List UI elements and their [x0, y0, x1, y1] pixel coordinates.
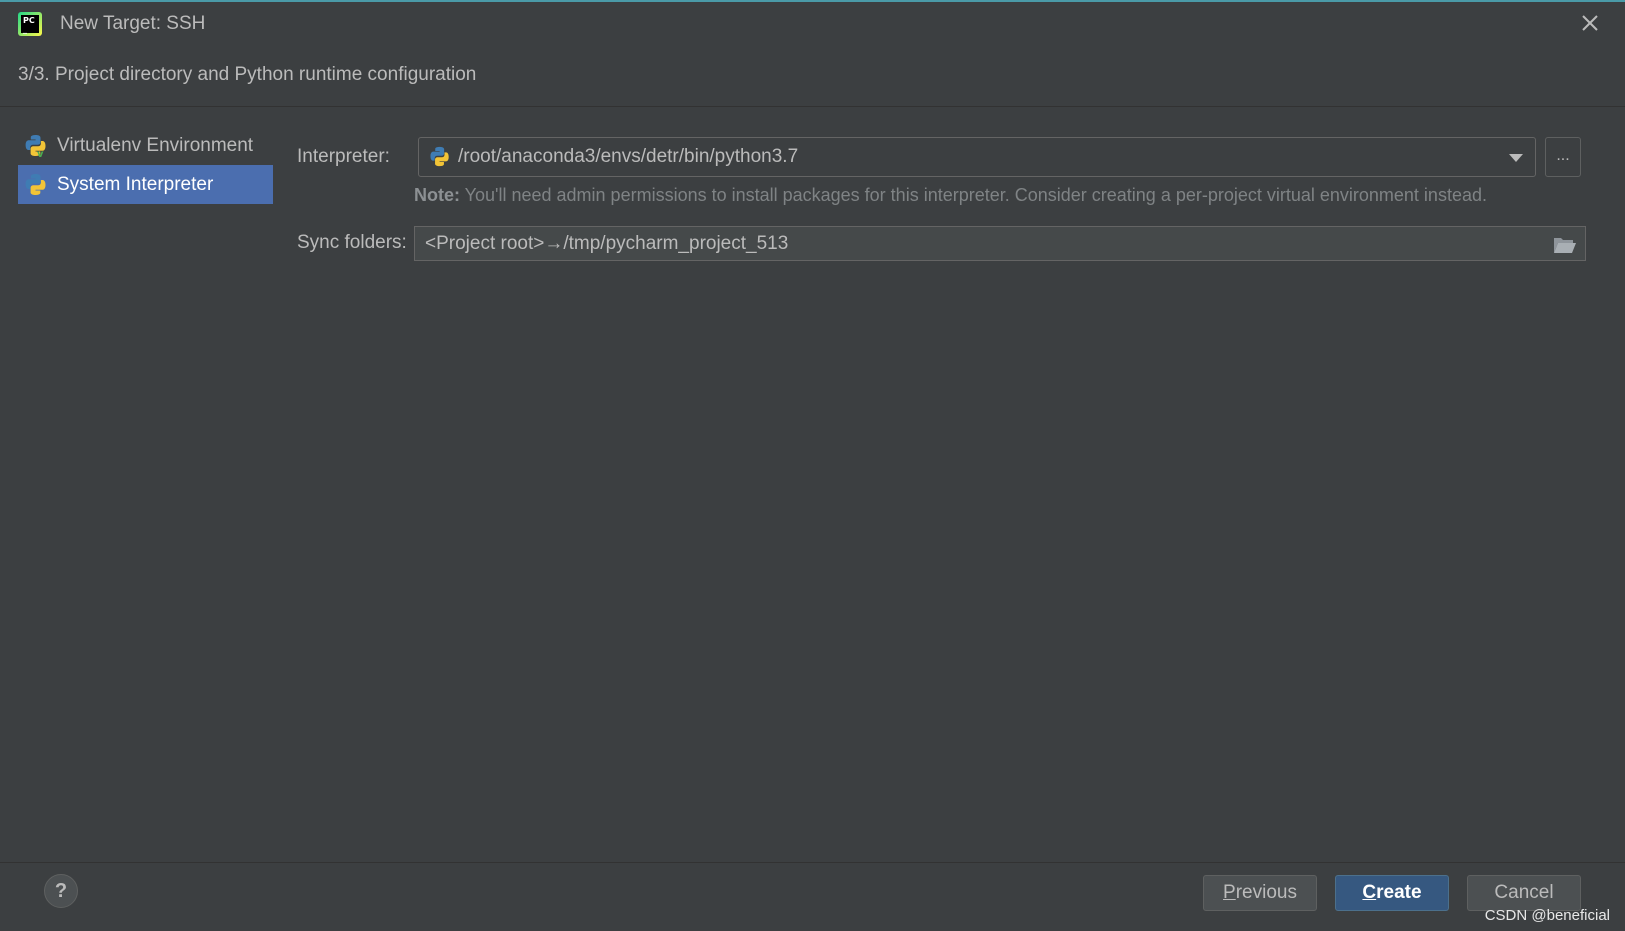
sync-folders-value: <Project root>→/tmp/pycharm_project_513: [425, 232, 789, 254]
interpreter-note: Note: You'll need admin permissions to i…: [414, 185, 1487, 206]
title-bar: PC _ New Target: SSH: [0, 2, 1625, 46]
env-item-label: Virtualenv Environment: [57, 134, 254, 156]
note-label: Note:: [414, 185, 460, 205]
sync-folders-field[interactable]: <Project root>→/tmp/pycharm_project_513: [414, 226, 1586, 261]
environment-type-list: v Virtualenv Environment System Interpre…: [18, 126, 273, 204]
pycharm-logo-icon: PC _: [18, 12, 42, 36]
previous-button[interactable]: Previous: [1203, 875, 1317, 911]
interpreter-browse-button[interactable]: ...: [1545, 137, 1581, 177]
python-virtualenv-icon: v: [25, 134, 46, 158]
note-text: You'll need admin permissions to install…: [460, 185, 1487, 205]
env-item-label: System Interpreter: [57, 173, 214, 195]
python-icon: [25, 173, 46, 195]
sync-folders-label: Sync folders:: [297, 232, 407, 253]
previous-mnemonic: P: [1223, 882, 1236, 903]
close-button[interactable]: [1579, 12, 1601, 34]
watermark: CSDN @beneficial: [1484, 907, 1610, 924]
previous-label: revious: [1235, 882, 1297, 903]
step-title: 3/3. Project directory and Python runtim…: [18, 64, 477, 85]
help-button[interactable]: ?: [44, 874, 78, 908]
interpreter-value: /root/anaconda3/envs/detr/bin/python3.7: [458, 146, 799, 167]
create-label: reate: [1376, 882, 1422, 903]
chevron-down-icon[interactable]: [1509, 154, 1523, 162]
svg-text:v: v: [37, 149, 44, 158]
folder-icon: [1554, 238, 1576, 253]
env-item-system-interpreter[interactable]: System Interpreter: [18, 165, 273, 204]
interpreter-dropdown[interactable]: /root/anaconda3/envs/detr/bin/python3.7: [418, 137, 1536, 177]
env-item-virtualenv[interactable]: v Virtualenv Environment: [18, 126, 273, 165]
interpreter-label: Interpreter:: [297, 146, 390, 167]
footer-divider: [0, 862, 1625, 863]
python-icon: [430, 146, 449, 167]
dialog-window: PC _ New Target: SSH 3/3. Project directo…: [0, 0, 1625, 931]
header-divider: [0, 106, 1625, 107]
close-icon: [1582, 15, 1598, 31]
create-button[interactable]: Create: [1335, 875, 1449, 911]
create-mnemonic: C: [1362, 882, 1377, 903]
window-title: New Target: SSH: [60, 13, 206, 34]
cancel-button[interactable]: Cancel: [1467, 875, 1581, 911]
